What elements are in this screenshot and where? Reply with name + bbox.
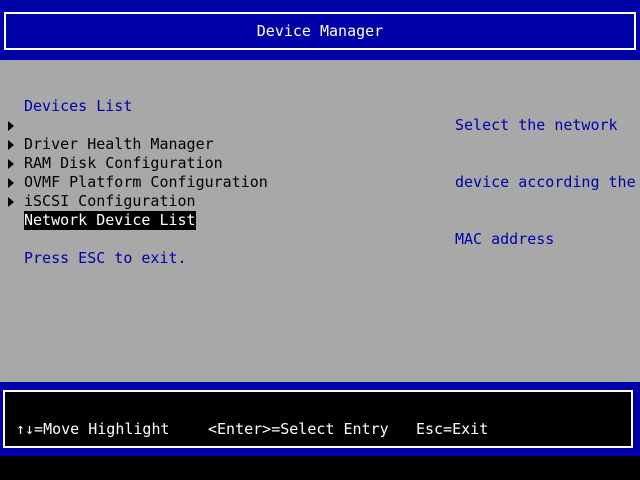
help-line: MAC address	[455, 230, 555, 248]
menu-item-network-device-list[interactable]: Network Device List	[0, 173, 196, 230]
section-title-row: Devices List	[0, 78, 132, 115]
menu-item-ovmf-platform-configuration[interactable]: OVMF Platform Configuration	[0, 135, 268, 191]
menu-item-label-selected: Network Device List	[24, 211, 196, 230]
hotkey-move-highlight: ↑↓=Move Highlight	[16, 420, 170, 438]
exit-hint: Press ESC to exit.	[24, 249, 187, 267]
hotkey-exit: Esc=Exit	[416, 420, 489, 438]
menu-item-driver-health-manager[interactable]: Driver Health Manager	[0, 97, 214, 153]
hotkey-select-entry: <Enter>=Select Entry	[208, 420, 389, 438]
help-line: device according the	[455, 173, 636, 191]
menu-item-iscsi-configuration[interactable]: iSCSI Configuration	[0, 154, 196, 210]
page-title: Device Manager	[256, 21, 384, 40]
exit-hint-row: Press ESC to exit.	[0, 230, 187, 267]
help-line: Select the network	[455, 116, 618, 134]
menu-item-ram-disk-configuration[interactable]: RAM Disk Configuration	[0, 116, 223, 172]
bottom-strip	[0, 456, 640, 480]
content-area: Devices List Driver Health Manager RAM D…	[0, 60, 640, 382]
header-frame: Device Manager	[4, 12, 636, 50]
bios-screen: Device Manager Devices List Driver Healt…	[0, 0, 640, 480]
help-pane: Select the network device according the …	[455, 78, 636, 287]
footer-frame	[3, 390, 633, 448]
triangle-right-icon	[8, 197, 14, 207]
header-bar: Device Manager	[0, 0, 640, 60]
footer-bar	[0, 382, 640, 456]
